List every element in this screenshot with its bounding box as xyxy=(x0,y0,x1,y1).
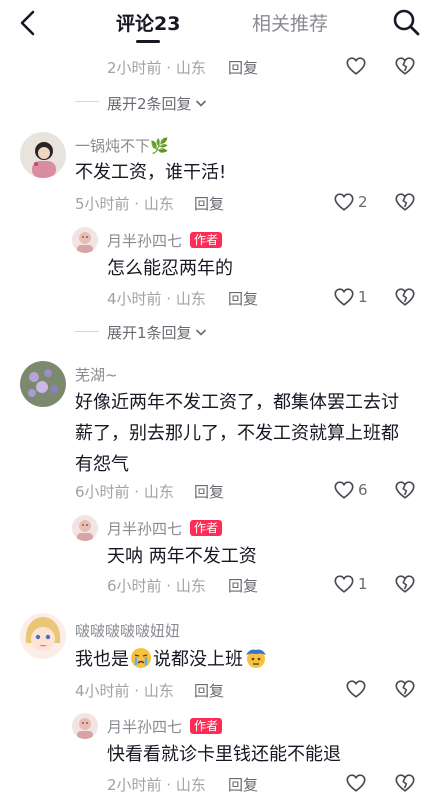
avatar[interactable] xyxy=(72,515,98,541)
broken-heart-icon[interactable] xyxy=(394,286,416,308)
reply-username[interactable]: 月半孙四七 xyxy=(107,518,182,539)
reply-button[interactable]: 回复 xyxy=(194,680,224,701)
broken-heart-icon[interactable] xyxy=(394,772,416,794)
heart-icon[interactable] xyxy=(345,772,367,794)
top-bar: 评论23 相关推荐 xyxy=(0,0,439,46)
broken-heart-icon[interactable] xyxy=(394,55,416,77)
reply-meta: 4小时前 · 山东 xyxy=(107,290,206,308)
reply-meta: 6小时前 · 山东 xyxy=(107,577,206,595)
avatar[interactable] xyxy=(72,713,98,739)
comment-text-line: 有怨气 xyxy=(75,454,129,475)
divider xyxy=(75,101,99,102)
reply-text: 快看看就诊卡里钱还能不能退 xyxy=(107,744,341,765)
heart-icon[interactable] xyxy=(345,678,367,700)
reply-text: 天呐 两年不发工资 xyxy=(107,546,257,567)
broken-heart-icon[interactable] xyxy=(394,191,416,213)
avatar[interactable] xyxy=(20,613,66,659)
comment-meta: 2小时前 · 山东 xyxy=(107,59,206,77)
back-arrow-icon[interactable] xyxy=(14,8,44,38)
reply-button[interactable]: 回复 xyxy=(228,575,258,596)
reply-button[interactable]: 回复 xyxy=(228,57,258,78)
comment-meta: 5小时前 · 山东 xyxy=(75,195,174,213)
reply-button[interactable]: 回复 xyxy=(228,288,258,309)
like-count: 1 xyxy=(358,288,368,306)
comment-username[interactable]: 啵啵啵啵啵妞妞 xyxy=(75,620,180,641)
heart-icon[interactable] xyxy=(333,573,355,595)
broken-heart-icon[interactable] xyxy=(394,678,416,700)
avatar[interactable] xyxy=(20,132,66,178)
tab-comments[interactable]: 评论23 xyxy=(116,9,180,36)
comment-text: 不发工资，谁干活! xyxy=(75,162,227,183)
reply-button[interactable]: 回复 xyxy=(194,193,224,214)
like-count: 2 xyxy=(358,193,368,211)
comment-meta: 4小时前 · 山东 xyxy=(75,682,174,700)
comment-text-part: 说都没上班 xyxy=(153,649,243,670)
comment-text: 我也是 说都没上班 xyxy=(75,645,268,678)
divider xyxy=(75,331,99,332)
tab-active-indicator xyxy=(136,40,160,43)
expand-replies-button[interactable]: 展开2条回复 xyxy=(107,93,208,114)
reply-username[interactable]: 月半孙四七 xyxy=(107,230,182,251)
avatar[interactable] xyxy=(72,227,98,253)
chevron-down-icon xyxy=(194,325,208,343)
like-count: 6 xyxy=(358,481,368,499)
expand-replies-button[interactable]: 展开1条回复 xyxy=(107,322,208,343)
heart-icon[interactable] xyxy=(333,191,355,213)
expand-replies-label: 展开1条回复 xyxy=(107,324,192,342)
comment-text-line: 好像近两年不发工资了，都集体罢工去讨 xyxy=(75,392,399,413)
author-badge: 作者 xyxy=(190,718,223,734)
reply-button[interactable]: 回复 xyxy=(228,774,258,795)
comment-text-line: 薪了，别去那儿了，不发工资就算上班都 xyxy=(75,423,399,444)
reply-meta: 2小时前 · 山东 xyxy=(107,776,206,794)
like-count: 1 xyxy=(358,575,368,593)
broken-heart-icon[interactable] xyxy=(394,479,416,501)
face-in-fog-emoji-icon xyxy=(244,647,268,678)
author-badge: 作者 xyxy=(190,520,223,536)
heart-icon[interactable] xyxy=(333,479,355,501)
comment-username[interactable]: 一锅炖不下🌿 xyxy=(75,135,169,156)
reply-text: 怎么能忍两年的 xyxy=(107,258,233,279)
comment-meta: 6小时前 · 山东 xyxy=(75,483,174,501)
search-icon[interactable] xyxy=(391,7,421,37)
broken-heart-icon[interactable] xyxy=(394,573,416,595)
avatar[interactable] xyxy=(20,361,66,407)
author-badge: 作者 xyxy=(190,232,223,248)
crying-face-emoji-icon xyxy=(130,647,152,678)
chevron-down-icon xyxy=(194,96,208,114)
comment-text-part: 我也是 xyxy=(75,649,129,670)
reply-username[interactable]: 月半孙四七 xyxy=(107,716,182,737)
heart-icon[interactable] xyxy=(333,286,355,308)
heart-icon[interactable] xyxy=(345,55,367,77)
reply-button[interactable]: 回复 xyxy=(194,481,224,502)
expand-replies-label: 展开2条回复 xyxy=(107,95,192,113)
tab-related[interactable]: 相关推荐 xyxy=(252,9,328,36)
comment-username[interactable]: 芜湖~ xyxy=(75,364,118,385)
